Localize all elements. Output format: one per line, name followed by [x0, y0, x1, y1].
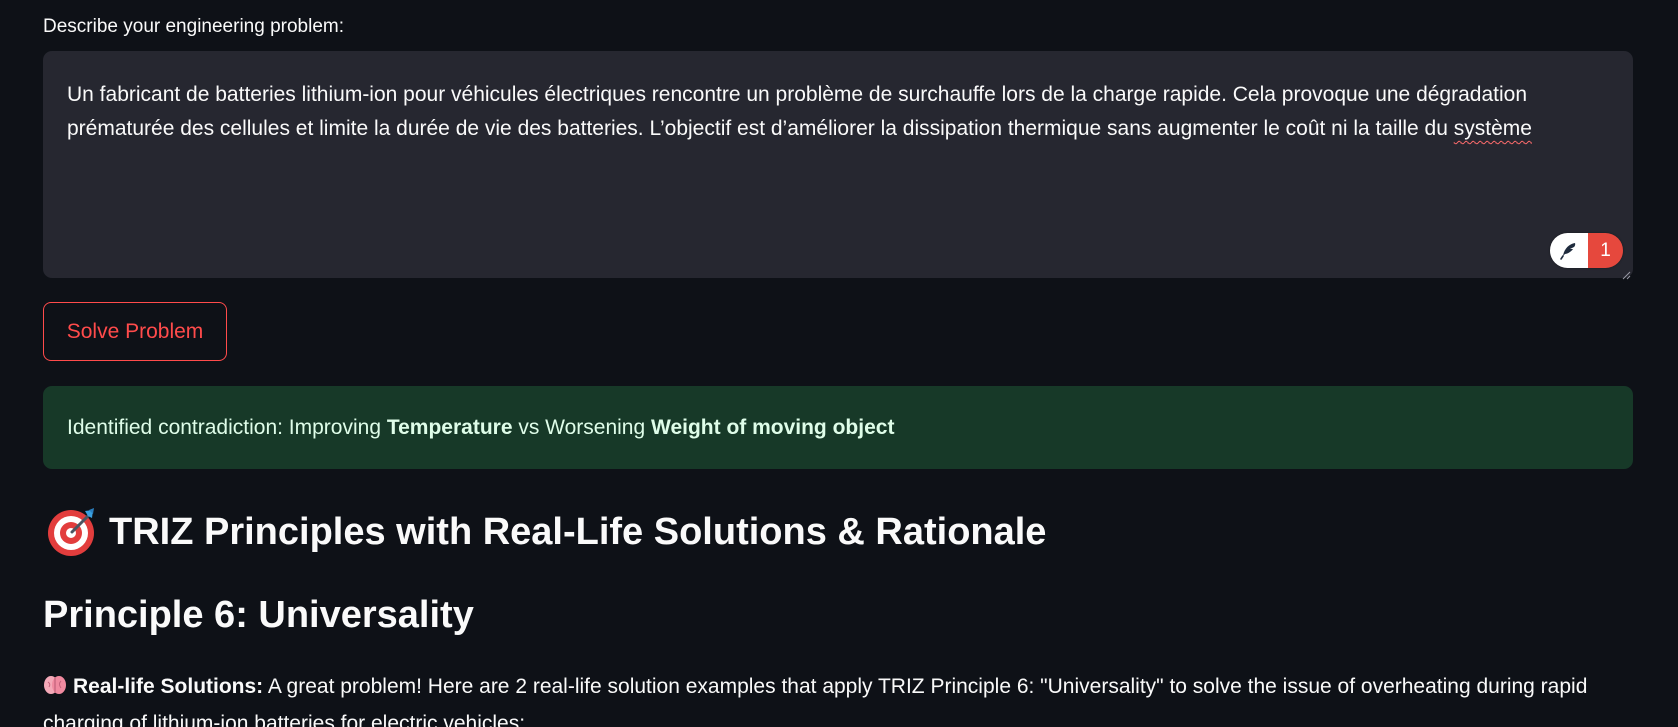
problem-textarea-value[interactable]: Un fabricant de batteries lithium-ion po… — [67, 78, 1607, 146]
resize-handle-icon[interactable] — [1622, 267, 1631, 280]
target-icon — [48, 508, 94, 556]
contradiction-alert: Identified contradiction: Improving Temp… — [43, 386, 1633, 469]
section-title: TRIZ Principles with Real-Life Solutions… — [109, 510, 1047, 553]
grammar-checker-widget[interactable]: 1 — [1550, 233, 1623, 268]
improving-parameter: Temperature — [386, 415, 513, 439]
solutions-text: A great problem! Here are 2 real-life so… — [43, 675, 1594, 727]
section-heading: TRIZ Principles with Real-Life Solutions… — [45, 506, 1046, 558]
solve-problem-button[interactable]: Solve Problem — [43, 302, 227, 361]
problem-textarea[interactable]: Un fabricant de batteries lithium-ion po… — [43, 51, 1633, 280]
contradiction-prefix: Identified contradiction: Improving — [67, 415, 387, 439]
feather-icon — [1550, 233, 1588, 268]
problem-text: Un fabricant de batteries lithium-ion po… — [67, 83, 1527, 140]
contradiction-middle: vs Worsening — [512, 415, 651, 439]
solutions-label: Real-life Solutions: — [73, 675, 264, 698]
grammar-issue-count: 1 — [1588, 233, 1623, 268]
solutions-paragraph: Real-life Solutions: A great problem! He… — [43, 668, 1633, 727]
misspelled-word[interactable]: système — [1454, 117, 1532, 140]
problem-input-label: Describe your engineering problem: — [43, 16, 344, 37]
brain-icon — [44, 676, 66, 694]
worsening-parameter: Weight of moving object — [651, 415, 895, 439]
principle-title: Principle 6: Universality — [43, 594, 474, 636]
app-page: Describe your engineering problem: Un fa… — [0, 0, 1678, 727]
